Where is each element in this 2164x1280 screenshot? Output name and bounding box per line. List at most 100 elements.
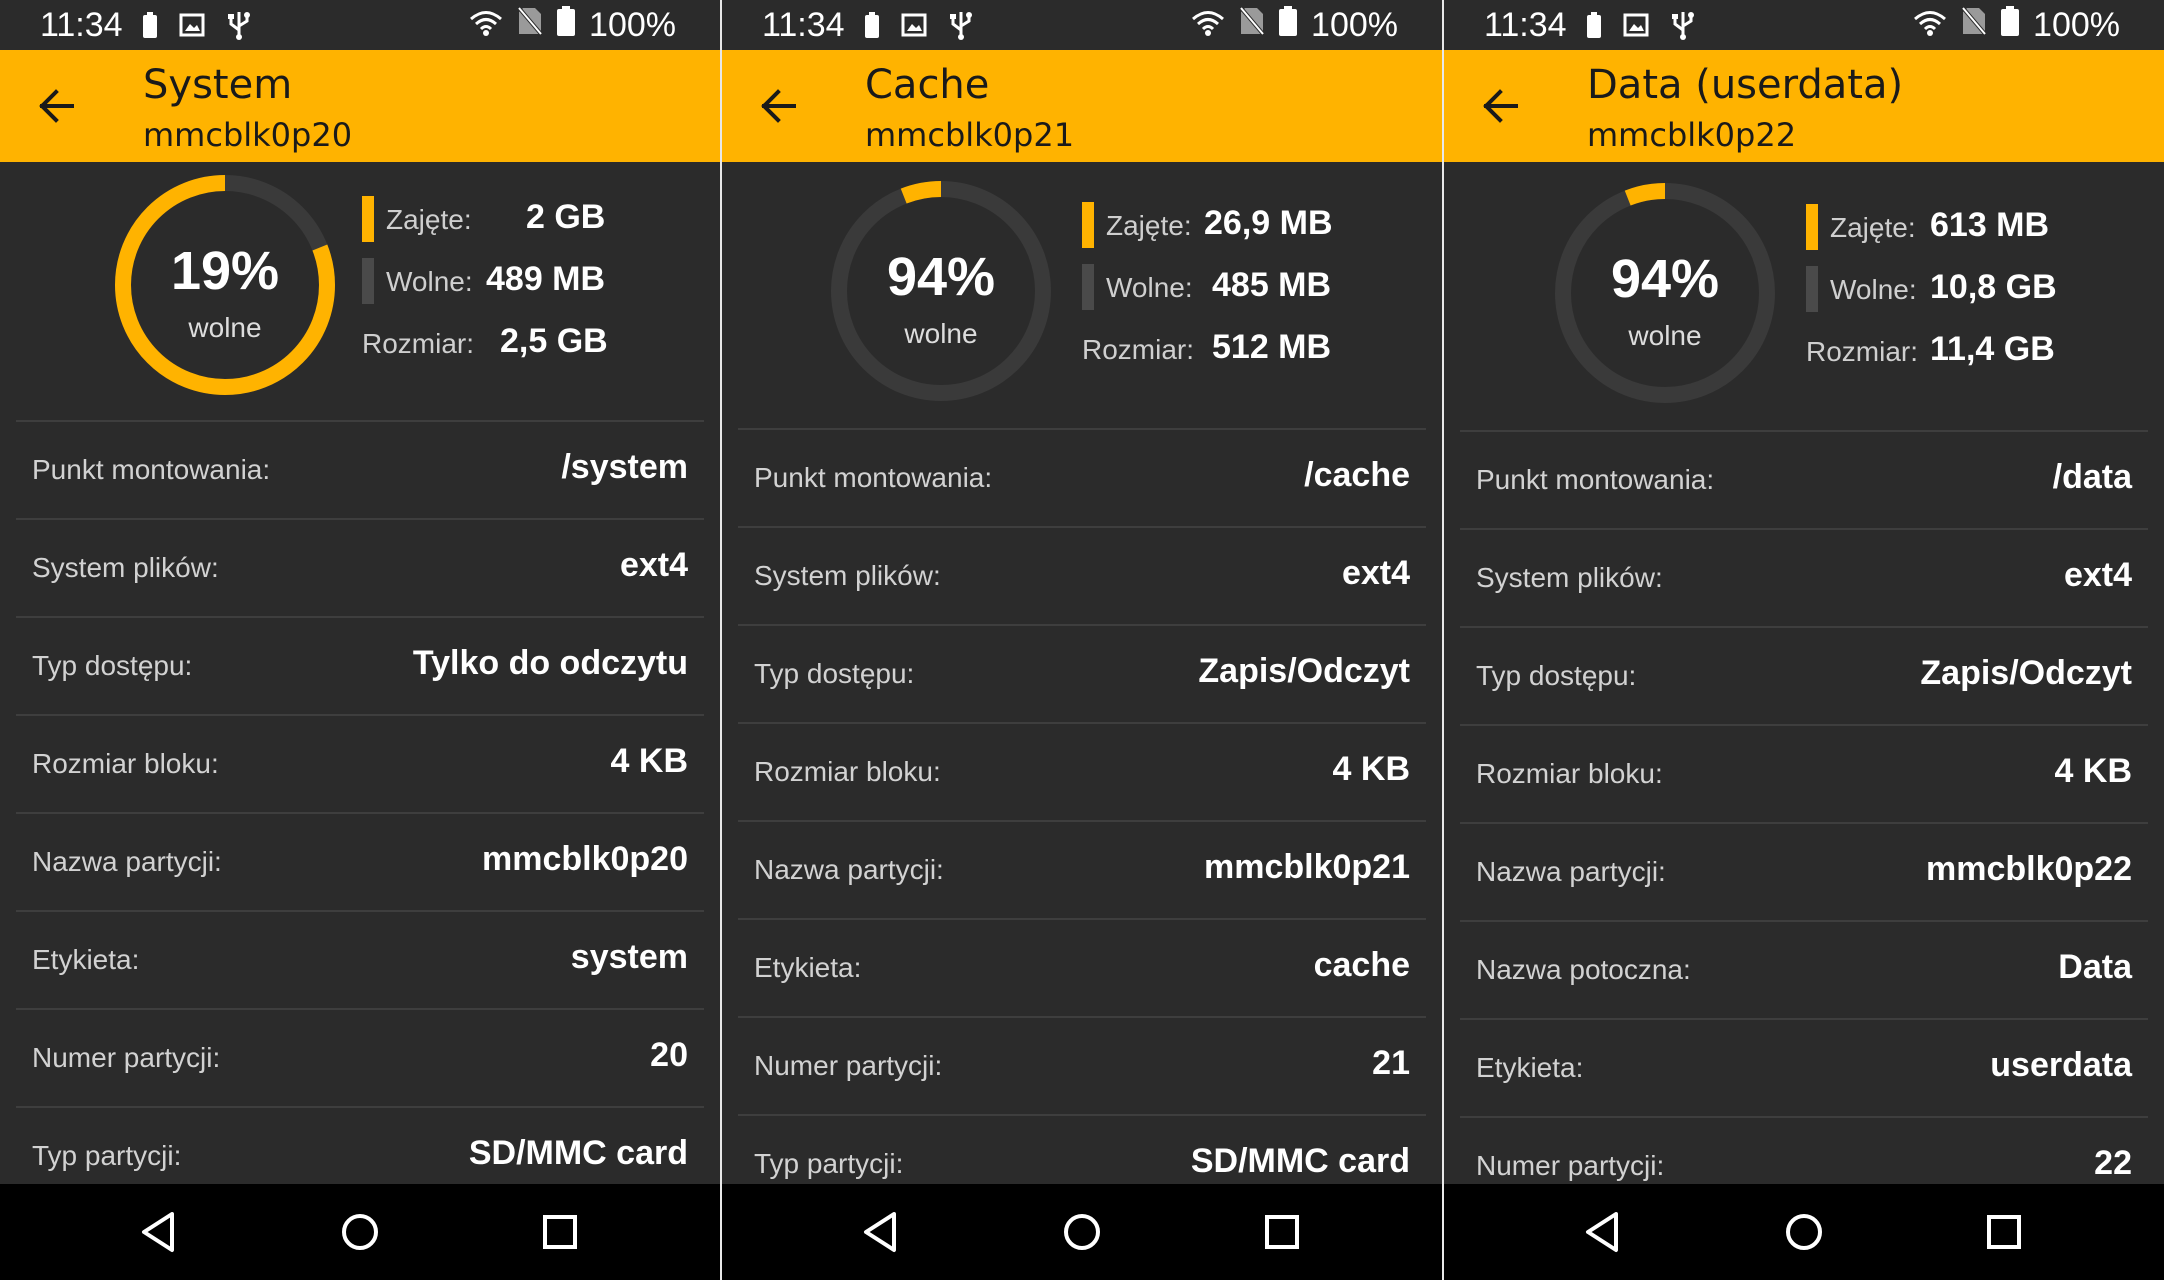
usb-icon xyxy=(949,10,973,45)
wifi-icon xyxy=(469,6,503,45)
nav-back-icon[interactable] xyxy=(1580,1208,1628,1256)
detail-value: 4 KB xyxy=(610,742,688,780)
usage-summary: 94% wolne Zajęte: 613 MB Wolne: 10,8 GB … xyxy=(1444,162,2164,420)
detail-label: Typ partycji: xyxy=(754,1148,904,1179)
detail-label: System plików: xyxy=(754,560,941,591)
nav-recents-icon[interactable] xyxy=(1980,1208,2028,1256)
image-icon xyxy=(901,13,927,42)
detail-value: 4 KB xyxy=(1332,750,1410,788)
battery-icon xyxy=(557,6,576,45)
free-label: wolne xyxy=(904,318,978,349)
detail-row-7: Numer partycji: 21 xyxy=(738,1016,1426,1114)
free-swatch xyxy=(362,258,374,304)
detail-label: System plików: xyxy=(32,552,219,583)
free-label: wolne xyxy=(1628,320,1702,351)
navigation-bar xyxy=(1444,1184,2164,1280)
usb-icon xyxy=(227,10,251,45)
used-label: Zajęte: xyxy=(1830,212,1916,243)
battery-percent: 100% xyxy=(2033,6,2120,44)
back-arrow-icon[interactable] xyxy=(1474,82,1530,130)
legend-used: Zajęte: 2 GB xyxy=(362,190,622,246)
details-list: Punkt montowania: /system System plików:… xyxy=(16,420,704,1204)
legend-size: Rozmiar: 512 MB xyxy=(1082,320,1342,376)
status-bar: 11:34 100% xyxy=(0,0,720,50)
free-percent: 19% xyxy=(170,241,280,301)
page-title: Cache xyxy=(865,62,990,108)
free-value: 489 MB xyxy=(486,260,606,298)
details-list: Punkt montowania: /data System plików: e… xyxy=(1460,430,2148,1214)
wifi-icon xyxy=(1191,6,1225,45)
detail-value: /data xyxy=(2052,458,2132,496)
nav-recents-icon[interactable] xyxy=(536,1208,584,1256)
detail-value: ext4 xyxy=(2063,556,2132,594)
detail-label: Etykieta: xyxy=(32,944,140,975)
detail-label: Rozmiar bloku: xyxy=(32,748,219,779)
nav-home-icon[interactable] xyxy=(1780,1208,1828,1256)
detail-row-3: Typ dostępu: Zapis/Odczyt xyxy=(738,624,1426,722)
legend-free: Wolne: 485 MB xyxy=(1082,258,1342,314)
free-percent: 94% xyxy=(886,247,996,307)
back-arrow-icon[interactable] xyxy=(752,82,808,130)
detail-label: System plików: xyxy=(1476,562,1663,593)
usb-icon xyxy=(1671,10,1695,45)
detail-value: Data xyxy=(2058,948,2132,986)
detail-label: Punkt montowania: xyxy=(1476,464,1715,495)
legend-free: Wolne: 489 MB xyxy=(362,252,622,308)
detail-label: Numer partycji: xyxy=(1476,1150,1665,1181)
status-time: 11:34 xyxy=(1484,6,1567,44)
battery-small-icon xyxy=(865,12,879,43)
size-value: 11,4 GB xyxy=(1930,330,2055,368)
usage-donut-chart: 19% wolne xyxy=(110,170,340,400)
legend-size: Rozmiar: 2,5 GB xyxy=(362,314,622,370)
used-value: 26,9 MB xyxy=(1204,204,1333,242)
detail-value: cache xyxy=(1313,946,1410,984)
detail-row-6: Nazwa potoczna: Data xyxy=(1460,920,2148,1018)
detail-row-3: Typ dostępu: Tylko do odczytu xyxy=(16,616,704,714)
phone-screen-1: 11:34 100% System mmcblk0p20 19% wolne Z… xyxy=(0,0,720,1280)
detail-label: Typ dostępu: xyxy=(32,650,193,681)
nav-back-icon[interactable] xyxy=(136,1208,184,1256)
free-percent: 94% xyxy=(1610,249,1720,309)
size-label: Rozmiar: xyxy=(1806,336,1919,367)
battery-percent: 100% xyxy=(589,6,676,44)
detail-row-7: Etykieta: userdata xyxy=(1460,1018,2148,1116)
used-value: 2 GB xyxy=(526,198,606,236)
back-arrow-icon[interactable] xyxy=(30,82,86,130)
detail-row-1: Punkt montowania: /cache xyxy=(738,428,1426,526)
status-bar: 11:34 100% xyxy=(722,0,1442,50)
detail-value: mmcblk0p22 xyxy=(1926,850,2132,888)
battery-percent: 100% xyxy=(1311,6,1398,44)
battery-icon xyxy=(2001,6,2020,45)
no-sim-icon xyxy=(1961,6,1987,45)
page-title: System xyxy=(143,62,293,108)
nav-home-icon[interactable] xyxy=(336,1208,384,1256)
app-bar: Data (userdata) mmcblk0p22 xyxy=(1444,50,2164,162)
detail-value: SD/MMC card xyxy=(1190,1142,1410,1180)
detail-value: system xyxy=(570,938,688,976)
free-legend-label: Wolne: xyxy=(1830,274,1917,305)
detail-value: ext4 xyxy=(1341,554,1410,592)
phone-screen-3: 11:34 100% Data (userdata) mmcblk0p22 94… xyxy=(1444,0,2164,1280)
used-label: Zajęte: xyxy=(386,204,472,235)
detail-label: Rozmiar bloku: xyxy=(754,756,941,787)
detail-row-5: Nazwa partycji: mmcblk0p22 xyxy=(1460,822,2148,920)
detail-label: Nazwa partycji: xyxy=(32,846,222,877)
used-swatch xyxy=(362,196,374,242)
nav-home-icon[interactable] xyxy=(1058,1208,1106,1256)
free-swatch xyxy=(1082,264,1094,310)
detail-value: userdata xyxy=(1990,1046,2132,1084)
used-swatch xyxy=(1082,202,1094,248)
detail-label: Punkt montowania: xyxy=(32,454,271,485)
detail-row-1: Punkt montowania: /data xyxy=(1460,430,2148,528)
detail-value: mmcblk0p20 xyxy=(482,840,688,878)
used-label: Zajęte: xyxy=(1106,210,1192,241)
detail-value: 4 KB xyxy=(2054,752,2132,790)
nav-back-icon[interactable] xyxy=(858,1208,906,1256)
battery-icon xyxy=(1279,6,1298,45)
detail-label: Numer partycji: xyxy=(32,1042,221,1073)
detail-row-2: System plików: ext4 xyxy=(1460,528,2148,626)
nav-recents-icon[interactable] xyxy=(1258,1208,1306,1256)
detail-label: Rozmiar bloku: xyxy=(1476,758,1663,789)
app-bar: Cache mmcblk0p21 xyxy=(722,50,1442,162)
free-swatch xyxy=(1806,266,1818,312)
